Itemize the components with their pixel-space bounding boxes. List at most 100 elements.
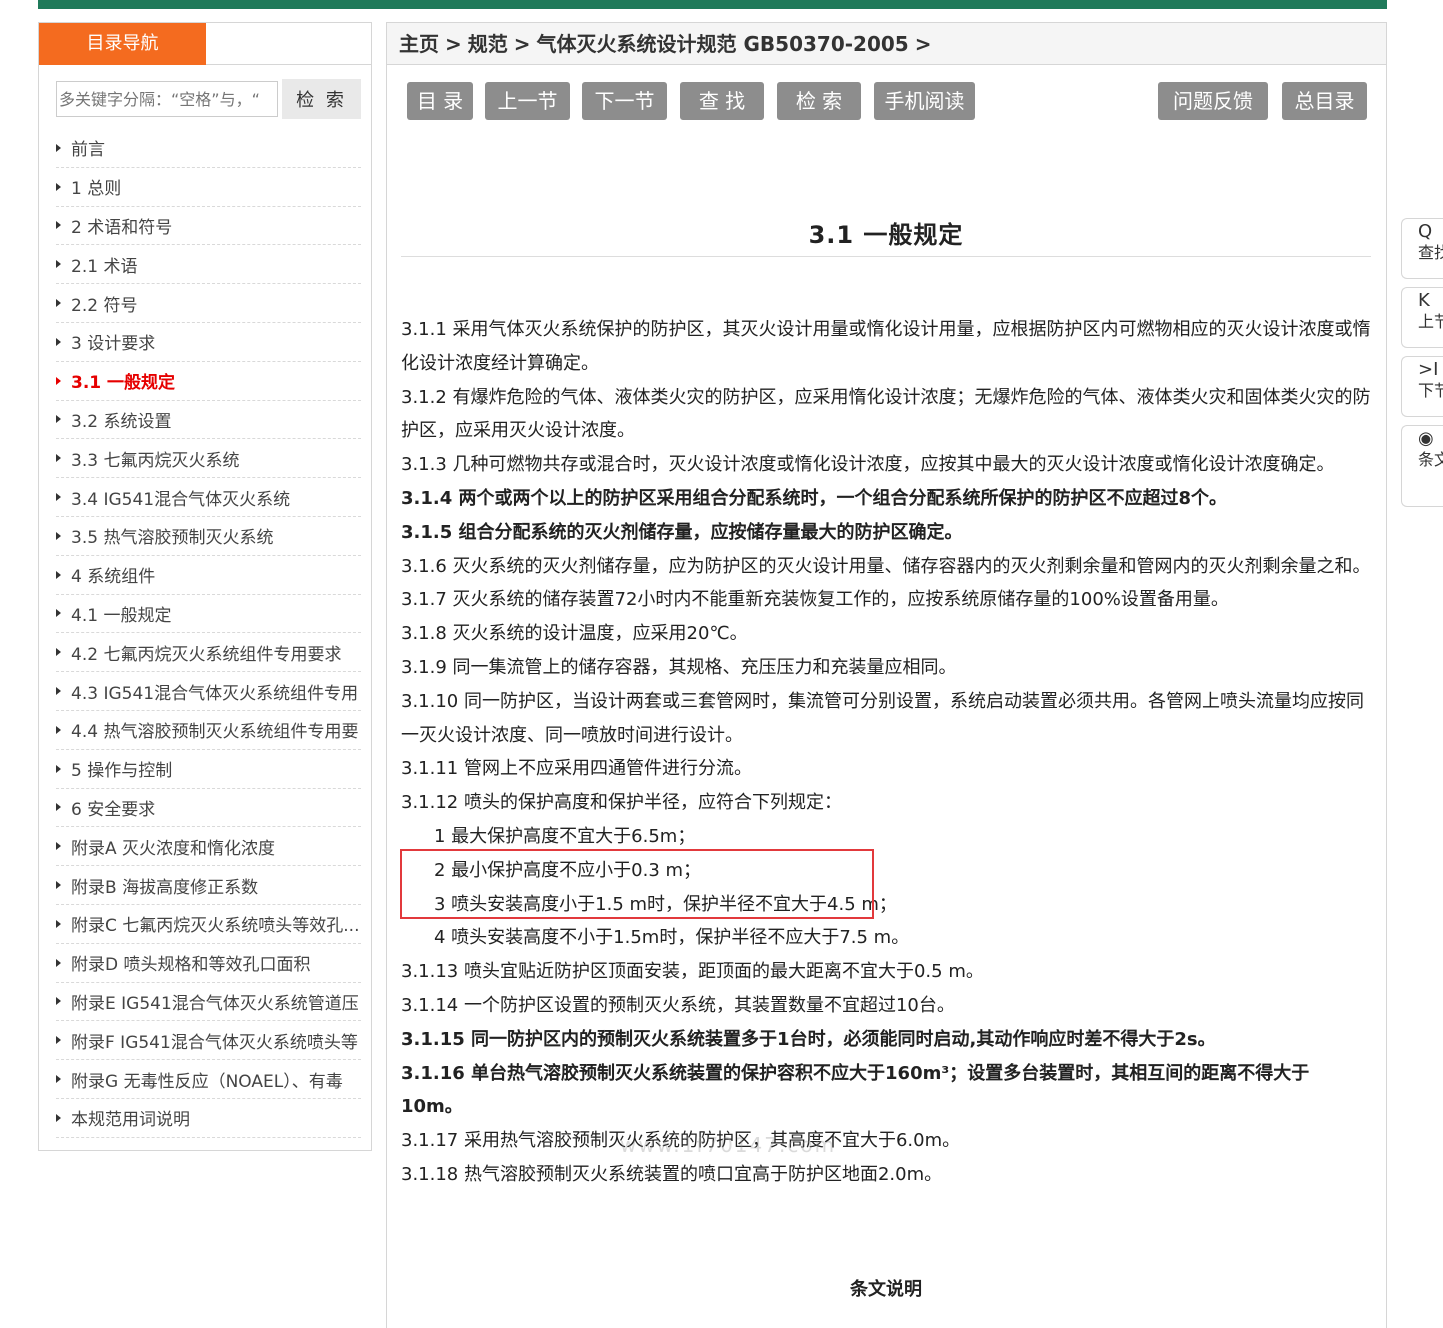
previous-icon: K: [1418, 290, 1430, 311]
toc-item[interactable]: 附录C 七氟丙烷灭火系统喷头等效孔...: [56, 905, 361, 944]
toc-item-label: 本规范用词说明: [71, 1110, 190, 1131]
toc-item-label: 5 操作与控制: [71, 761, 173, 782]
clause-paragraph: 3.1.11 管网上不应采用四通管件进行分流。: [401, 758, 752, 780]
toc-item[interactable]: 3 设计要求: [56, 323, 361, 362]
triangle-bullet-icon: [56, 648, 61, 657]
toc-item[interactable]: 4.2 七氟丙烷灭火系统组件专用要求: [56, 633, 361, 673]
next-section-button[interactable]: 下一节: [582, 82, 667, 120]
breadcrumb-category[interactable]: 规范: [468, 32, 508, 56]
prev-section-button[interactable]: 上一节: [485, 82, 570, 120]
clause-list: 3.1.1 采用气体灭火系统保护的防护区，其灭火设计用量或惰化设计用量，应根据防…: [401, 313, 1371, 1192]
toc-item[interactable]: 6 安全要求: [56, 789, 361, 828]
sidebar-header: 目录导航: [39, 23, 371, 65]
toc-item-label: 4 系统组件: [71, 567, 156, 588]
toc-item[interactable]: 2.1 术语: [56, 245, 361, 285]
toc-item[interactable]: 3.3 七氟丙烷灭火系统: [56, 439, 361, 479]
float-button-label: 条文说明: [1418, 450, 1443, 469]
toc-item-label: 附录C 七氟丙烷灭火系统喷头等效孔...: [71, 916, 360, 937]
breadcrumb-separator: >: [445, 32, 462, 56]
toc-nav-tab[interactable]: 目录导航: [39, 23, 206, 65]
clause-paragraph: 3.1.13 喷头宜贴近防护区顶面安装，距顶面的最大距离不宜大于0.5 m。: [401, 961, 984, 983]
toc-item[interactable]: 附录E IG541混合气体灭火系统管道压: [56, 983, 361, 1022]
triangle-bullet-icon: [56, 531, 61, 540]
triangle-bullet-icon: [56, 881, 61, 890]
toc-item-label: 3.4 IG541混合气体灭火系统: [71, 489, 291, 510]
search-submit-button[interactable]: 检 索: [282, 79, 361, 119]
toc-item[interactable]: 前言: [56, 129, 361, 168]
master-toc-button[interactable]: 总目录: [1282, 82, 1367, 120]
toc-item[interactable]: 3.2 系统设置: [56, 401, 361, 440]
toc-item-label: 4.4 热气溶胶预制灭火系统组件专用要: [71, 722, 359, 743]
toc-item[interactable]: 3.1 一般规定: [56, 362, 361, 401]
toc-list: 前言 1 总则 2 术语和符号 2.1 术语 2.2 符号 3 设计要求 3.1 一般规定 3…: [56, 129, 361, 1138]
toc-item-label: 前言: [71, 140, 105, 161]
toc-button[interactable]: 目 录: [407, 82, 473, 120]
triangle-bullet-icon: [56, 1075, 61, 1084]
toc-item[interactable]: 附录G 无毒性反应（NOAEL）、有毒: [56, 1060, 361, 1099]
triangle-bullet-icon: [56, 997, 61, 1006]
toc-item[interactable]: 附录B 海拔高度修正系数: [56, 866, 361, 905]
toc-item[interactable]: 3.4 IG541混合气体灭火系统: [56, 478, 361, 517]
triangle-bullet-icon: [56, 919, 61, 928]
highlight-annotation-box: [400, 849, 874, 919]
toc-item[interactable]: 4.3 IG541混合气体灭火系统组件专用: [56, 672, 361, 711]
float-button-label: 上节: [1418, 312, 1443, 331]
toc-item-label: 6 安全要求: [71, 799, 156, 820]
triangle-bullet-icon: [56, 182, 61, 191]
keyword-search-input[interactable]: [56, 81, 278, 117]
clause-subitem: 4 喷头安装高度不小于1.5m时，保护半径不应大于7.5 m。: [434, 927, 910, 949]
toc-item-label: 4.1 一般规定: [71, 605, 172, 626]
toc-item[interactable]: 3.5 热气溶胶预制灭火系统: [56, 517, 361, 556]
float-button-label: 查找: [1418, 243, 1443, 262]
toc-item[interactable]: 2 术语和符号: [56, 207, 361, 246]
toc-item-label: 附录B 海拔高度修正系数: [71, 877, 259, 898]
search-icon: Q: [1418, 221, 1433, 242]
float-find-button[interactable]: Q 查找: [1401, 218, 1443, 279]
float-button-label: 下节: [1418, 381, 1443, 400]
toc-item[interactable]: 5 操作与控制: [56, 750, 361, 789]
triangle-bullet-icon: [56, 415, 61, 424]
main-content: 主页 > 规范 > 气体灭火系统设计规范 GB50370-2005 > 目 录 上一节 下…: [386, 22, 1387, 1328]
float-prev-button[interactable]: K 上节: [1401, 287, 1443, 348]
toc-item-label: 3 设计要求: [71, 334, 156, 355]
float-notes-button[interactable]: ◉条文说明: [1401, 425, 1443, 507]
triangle-bullet-icon: [56, 764, 61, 773]
search-button[interactable]: 检 索: [777, 82, 861, 120]
toc-item[interactable]: 4 系统组件: [56, 556, 361, 595]
toc-item-label: 附录A 灭火浓度和惰化浓度: [71, 838, 276, 859]
toc-item-label: 1 总则: [71, 179, 122, 200]
toc-item[interactable]: 4.1 一般规定: [56, 595, 361, 634]
clause-paragraph: 3.1.7 灭火系统的储存装置72小时内不能重新充装恢复工作的，应按系统原储存量…: [401, 589, 1229, 611]
floating-toolbar: Q查找 K上节 >I下节 ◉条文说明: [1401, 218, 1443, 515]
toc-item[interactable]: 附录A 灭火浓度和惰化浓度: [56, 827, 361, 867]
triangle-bullet-icon: [56, 337, 61, 346]
triangle-bullet-icon: [56, 493, 61, 502]
triangle-bullet-icon: [56, 725, 61, 734]
clause-paragraph: 3.1.9 同一集流管上的储存容器，其规格、充压压力和充装量应相同。: [401, 656, 957, 678]
triangle-bullet-icon: [56, 803, 61, 812]
toc-sidebar: 目录导航 检 索 前言 1 总则 2 术语和符号 2.1 术语 2.2 符号 3 设计要求…: [38, 22, 372, 1151]
float-next-button[interactable]: >I 下节: [1401, 356, 1443, 417]
breadcrumb-home[interactable]: 主页: [399, 32, 439, 56]
breadcrumb-separator: >: [513, 32, 531, 56]
toc-item[interactable]: 附录F IG541混合气体灭火系统喷头等: [56, 1021, 361, 1061]
triangle-bullet-icon: [56, 570, 61, 579]
toc-item[interactable]: 本规范用词说明: [56, 1099, 361, 1138]
clause-paragraph: 3.1.2 有爆炸危险的气体、液体类火灾的防护区，应采用惰化设计浓度；无爆炸危险…: [401, 386, 1371, 442]
find-button[interactable]: 查 找: [680, 82, 764, 120]
triangle-bullet-icon: [56, 958, 61, 967]
breadcrumb-document[interactable]: 气体灭火系统设计规范 GB50370-2005: [537, 32, 909, 56]
mobile-read-button[interactable]: 手机阅读: [874, 82, 975, 120]
toc-item[interactable]: 附录D 喷头规格和等效孔口面积: [56, 944, 361, 983]
feedback-button[interactable]: 问题反馈: [1158, 82, 1268, 120]
toc-item[interactable]: 2.2 符号: [56, 284, 361, 323]
watermark: www.1f70147.com: [620, 1133, 837, 1157]
toc-item[interactable]: 1 总则: [56, 168, 361, 207]
clause-paragraph: 3.1.16 单台热气溶胶预制灭火系统装置的保护容积不应大于160m³；设置多台…: [401, 1062, 1310, 1118]
clause-paragraph: 3.1.14 一个防护区设置的预制灭火系统，其装置数量不宜超过10台。: [401, 994, 955, 1016]
toc-item[interactable]: 4.4 热气溶胶预制灭火系统组件专用要: [56, 711, 361, 750]
toc-item-label: 附录D 喷头规格和等效孔口面积: [71, 955, 311, 976]
reader-toolbar: 目 录 上一节 下一节 查 找 检 索 手机阅读 问题反馈 总目录: [407, 82, 1367, 120]
triangle-bullet-icon: [56, 842, 61, 851]
toc-item-label: 3.3 七氟丙烷灭火系统: [71, 450, 240, 471]
